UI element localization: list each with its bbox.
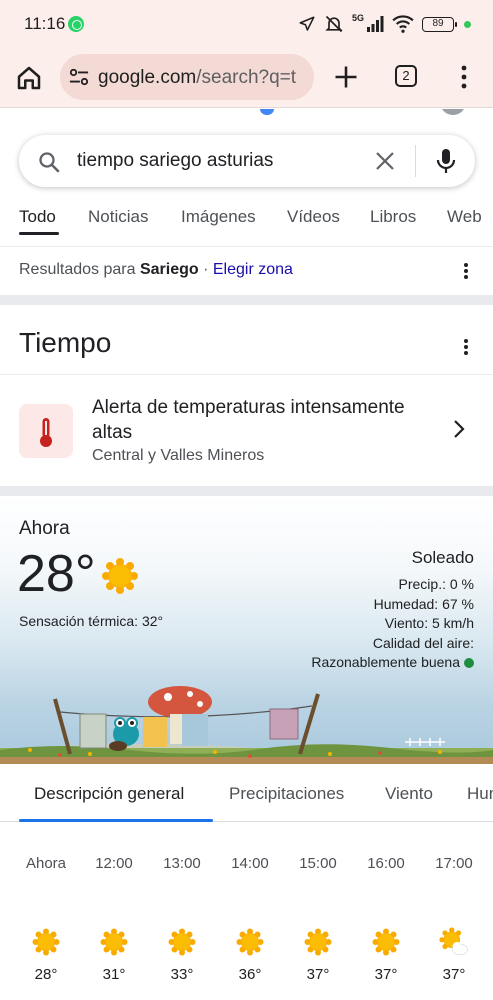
status-icons: 5G 89: [298, 12, 471, 36]
search-box-divider: [415, 145, 416, 177]
address-bar[interactable]: google.com/search?q=t: [60, 54, 314, 100]
hour-label: 13:00: [163, 855, 201, 872]
section-separator: [0, 486, 493, 496]
hour-temperature: 31°: [102, 966, 126, 983]
section-separator: [0, 295, 493, 305]
wind: Viento: 5 km/h: [384, 615, 474, 631]
partly-cloudy-icon: [439, 927, 469, 957]
weather-section-title: Tiempo: [19, 327, 112, 358]
choose-area-link[interactable]: Elegir zona: [213, 261, 293, 278]
plus-icon: [335, 66, 357, 88]
air-quality-label: Calidad del aire:: [372, 634, 474, 651]
hour-label: 17:00: [435, 855, 473, 872]
tab-precipitation[interactable]: Precipitaciones: [229, 784, 344, 804]
clear-search-button[interactable]: [375, 151, 395, 176]
hour-temperature: 28°: [34, 966, 58, 983]
current-weather-card: Ahora 28° Sensación térmica: 32° Soleado…: [0, 496, 493, 764]
hour-label: 14:00: [231, 855, 269, 872]
weather-illustration: [0, 686, 493, 764]
close-icon: [376, 152, 394, 170]
home-button[interactable]: [14, 63, 44, 93]
sun-icon: [235, 927, 265, 957]
whatsapp-notification-icon: [68, 16, 84, 32]
search-box[interactable]: tiempo sariego asturias: [19, 135, 475, 187]
tab-noticias[interactable]: Noticias: [88, 207, 148, 227]
new-tab-button[interactable]: [332, 63, 360, 91]
microphone-icon: [436, 149, 456, 173]
sun-icon: [99, 927, 129, 957]
hourly-forecast: Ahora 28° 12:00 31° 13:00 33° 14:00 36° 15:00 37°…: [0, 849, 493, 999]
location-arrow-icon: [298, 15, 316, 33]
weather-more-options-icon[interactable]: [456, 337, 476, 357]
search-input[interactable]: tiempo sariego asturias: [77, 150, 273, 172]
alert-region: Central y Valles Mineros: [92, 447, 265, 464]
voice-search-button[interactable]: [435, 148, 457, 179]
sun-icon: [303, 927, 333, 957]
signal-icon: [366, 16, 384, 32]
hour-temperature: 37°: [306, 966, 330, 983]
heat-alert-card[interactable]: Alerta de temperaturas intensamente alta…: [0, 375, 493, 485]
thermometer-icon: [19, 404, 73, 458]
hour-temperature: 37°: [442, 966, 466, 983]
humidity: Humedad: 67 %: [373, 595, 474, 612]
wifi-icon: [392, 15, 414, 33]
mute-bell-icon: [324, 14, 344, 34]
tab-imagenes[interactable]: Imágenes: [181, 207, 256, 227]
battery-icon: 89: [422, 16, 457, 32]
location-more-options-icon[interactable]: [456, 261, 476, 281]
current-temperature: 28°: [17, 545, 96, 603]
tab-web[interactable]: Web: [447, 207, 482, 227]
active-tab-indicator: [19, 232, 59, 235]
search-tabs: Todo Noticias Imágenes Vídeos Libros Web: [0, 205, 493, 247]
tab-videos[interactable]: Vídeos: [287, 207, 340, 227]
weather-details: Precip.: 0 % Humedad: 67 % Viento: 5 km/…: [311, 575, 474, 673]
tab-wind[interactable]: Viento: [385, 784, 433, 804]
tab-switcher-button[interactable]: 2: [395, 65, 417, 87]
more-vert-icon: [461, 65, 467, 89]
hour-temperature: 36°: [238, 966, 262, 983]
status-time: 11:16: [24, 14, 66, 33]
hour-temperature: 33°: [170, 966, 194, 983]
url-host: google.com: [98, 67, 197, 88]
condition: Soleado: [411, 548, 474, 567]
home-icon: [17, 66, 41, 90]
sun-icon: [31, 927, 61, 957]
tab-todo[interactable]: Todo: [19, 207, 56, 227]
hour-label: 12:00: [95, 855, 133, 872]
location-place: Sariego: [139, 261, 199, 278]
hour-label: 16:00: [367, 855, 405, 872]
location-separator: ·: [198, 261, 213, 278]
site-settings-icon[interactable]: [68, 67, 90, 92]
hour-temperature: 37°: [374, 966, 398, 983]
alert-title: Alerta de temperaturas intensamente alta…: [92, 397, 405, 443]
browser-menu-button[interactable]: [452, 63, 476, 91]
chevron-right-icon: [452, 419, 466, 444]
search-results-page: tiempo sariego asturias Todo Noticias Im…: [0, 109, 493, 1000]
sun-icon: [167, 927, 197, 957]
battery-level: 89: [432, 17, 444, 29]
sun-icon: [100, 556, 140, 601]
url-text: google.com/search?q=t: [98, 67, 296, 89]
tab-humidity[interactable]: Hum: [467, 784, 493, 804]
browser-toolbar: google.com/search?q=t 2: [0, 48, 493, 108]
sun-icon: [371, 927, 401, 957]
privacy-indicator-dot: [464, 20, 471, 28]
url-path: /search?q=t: [196, 67, 297, 88]
forecast-tabs: Descripción general Precipitaciones Vien…: [0, 764, 493, 822]
search-icon: [37, 150, 61, 179]
google-logo-fragment: [260, 109, 274, 115]
precipitation: Precip.: 0 %: [398, 576, 474, 592]
feels-like: Sensación térmica: 32°: [19, 613, 164, 629]
network-type-label: 5G: [351, 13, 364, 23]
hour-label: 15:00: [299, 855, 337, 872]
hour-label: Ahora: [25, 855, 67, 872]
tab-libros[interactable]: Libros: [370, 207, 416, 227]
now-label: Ahora: [19, 518, 70, 539]
location-prefix: Resultados para: [19, 261, 140, 278]
account-avatar[interactable]: [440, 109, 466, 115]
tab-overview[interactable]: Descripción general: [34, 784, 184, 804]
status-bar: 11:16 5G 89: [0, 0, 493, 48]
location-notice: Resultados para Sariego · Elegir zona: [19, 261, 293, 279]
active-forecast-tab-indicator: [19, 819, 213, 822]
